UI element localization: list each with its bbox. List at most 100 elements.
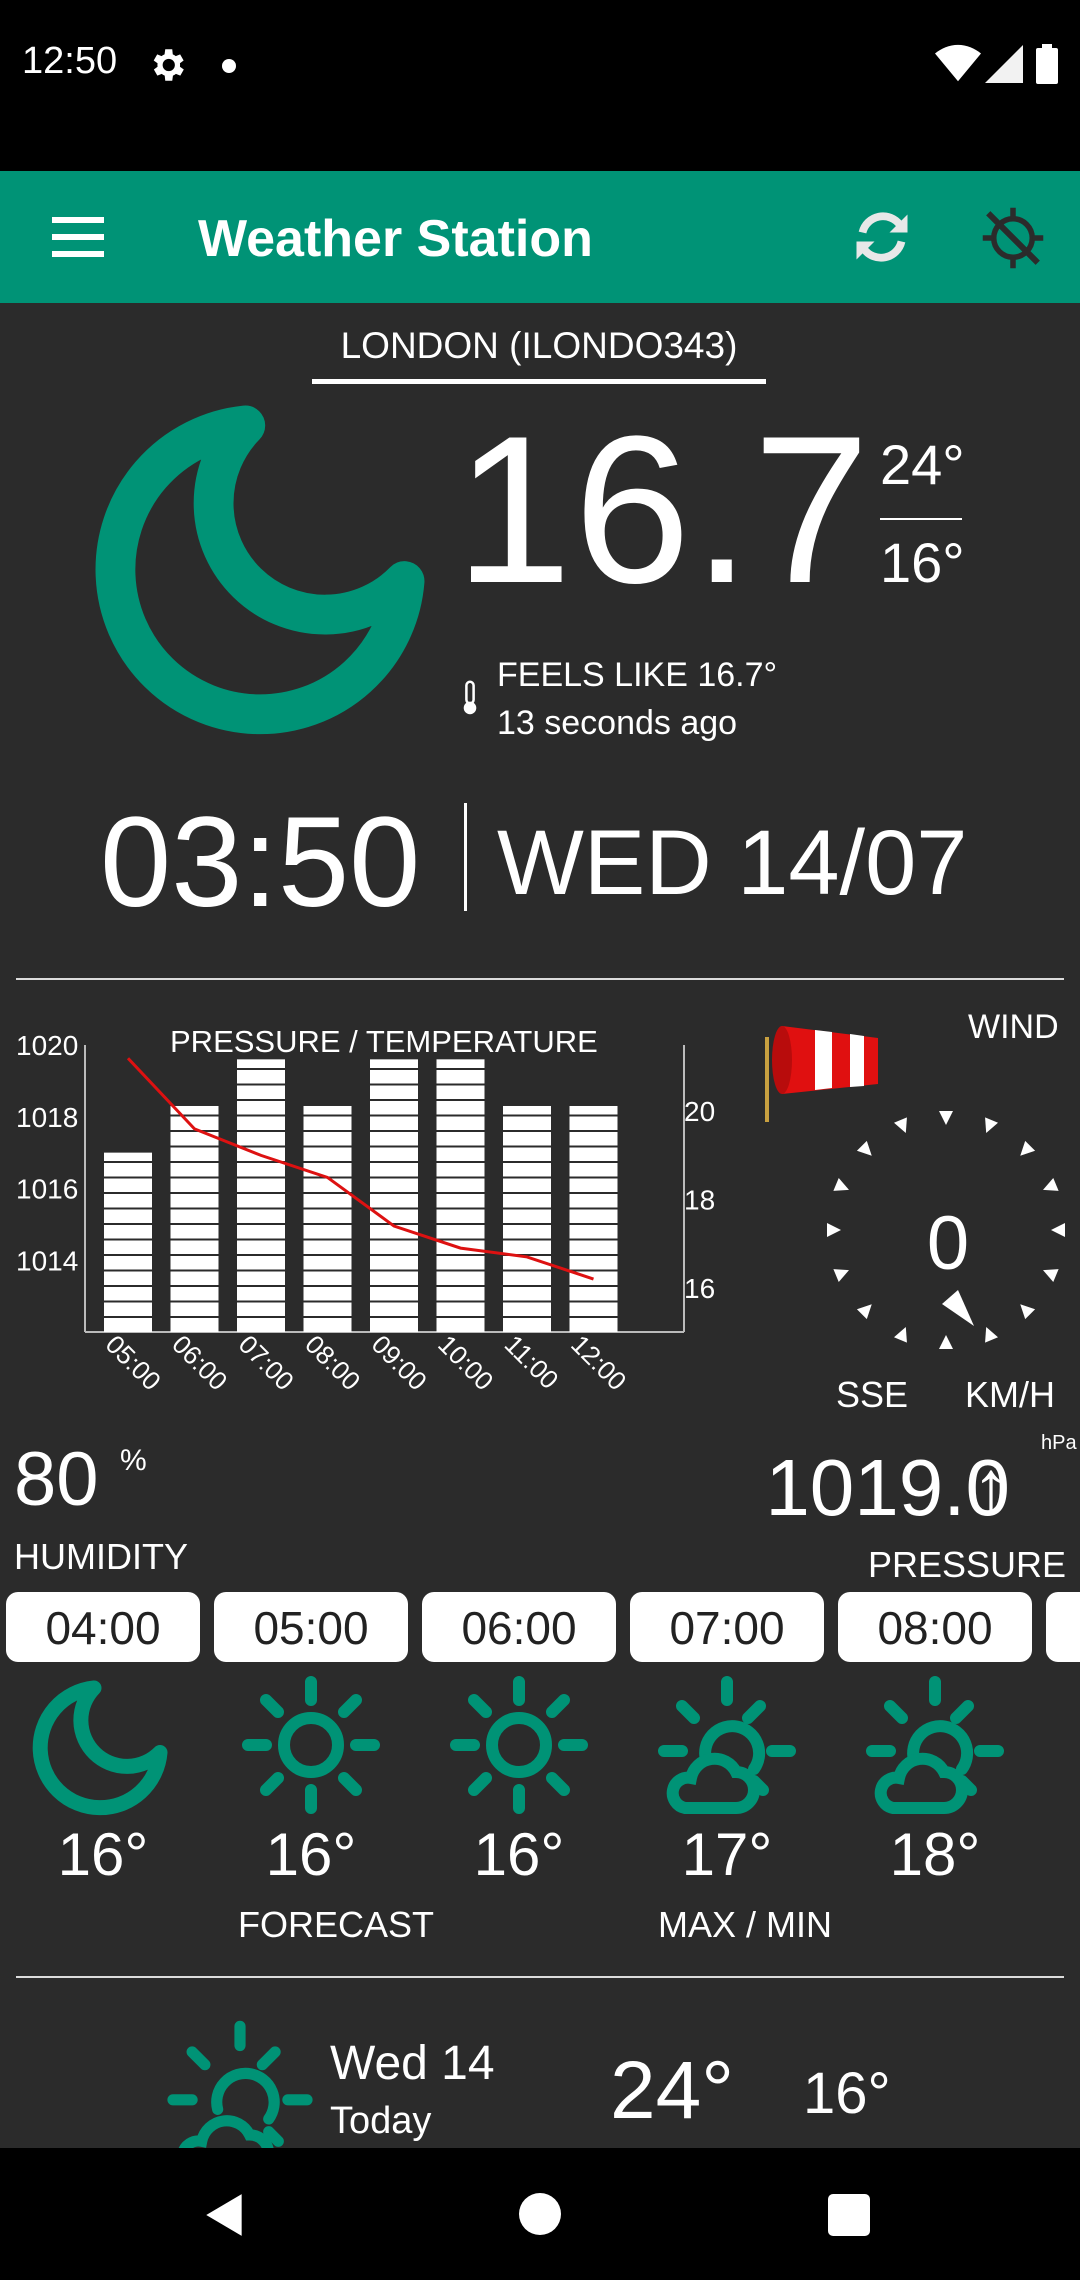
humidity-unit: % — [120, 1444, 147, 1477]
dial-tick — [1020, 1304, 1036, 1320]
dial-tick — [893, 1327, 907, 1343]
chart-right-tick: 18 — [684, 1185, 715, 1216]
updated-ago-text: 13 seconds ago — [497, 704, 738, 742]
chart-left-tick: 1016 — [16, 1174, 78, 1205]
refresh-icon[interactable] — [846, 201, 918, 273]
app-title: Weather Station — [198, 210, 593, 268]
dial-tick — [1020, 1140, 1036, 1156]
chart-title: PRESSURE / TEMPERATURE — [170, 1024, 598, 1059]
hour-pill[interactable]: 04:00 — [6, 1592, 200, 1662]
dial-tick — [985, 1327, 999, 1343]
dial-tick — [833, 1269, 849, 1283]
status-bar: 12:50 — [0, 0, 1080, 171]
pressure-label: PRESSURE — [867, 1544, 1066, 1585]
chart-x-tick: 08:00 — [299, 1329, 366, 1396]
thermometer-icon — [463, 680, 477, 715]
wind-direction-pointer — [942, 1290, 974, 1326]
dial-tick — [827, 1223, 841, 1237]
chart-x-tick: 06:00 — [166, 1329, 233, 1396]
moon-icon — [95, 405, 425, 735]
hour-temp: 16° — [473, 1821, 565, 1888]
dial-tick — [856, 1304, 872, 1320]
sun-icon — [450, 1676, 588, 1814]
navigation-bar — [0, 2148, 1080, 2280]
dial-tick — [1051, 1223, 1065, 1237]
recent-apps-icon[interactable] — [828, 2194, 870, 2236]
hour-pill[interactable]: 08:00 — [838, 1592, 1032, 1662]
day-name: Wed 14 — [330, 2037, 495, 2090]
wind-label: WIND — [968, 1008, 1059, 1046]
chart-bar — [569, 1105, 618, 1332]
day-max-temp: 24° — [610, 2045, 735, 2136]
chart-left-tick: 1020 — [16, 1030, 78, 1061]
chart-x-tick: 11:00 — [499, 1329, 565, 1395]
chart-x-tick: 07:00 — [233, 1329, 300, 1396]
location-tab[interactable]: LONDON (ILONDO343) — [312, 318, 766, 384]
chart-x-tick: 12:00 — [565, 1329, 632, 1396]
hour-temp: 18° — [889, 1821, 981, 1888]
dial-tick — [893, 1117, 907, 1133]
hour-temp: 16° — [265, 1821, 357, 1888]
clock-divider — [464, 803, 467, 911]
chart-left-tick: 1018 — [16, 1102, 78, 1133]
gps-off-icon[interactable] — [980, 205, 1046, 271]
chart-bar — [104, 1152, 152, 1332]
clock-time: 03:50 — [100, 791, 421, 934]
wind-speed: 0 — [926, 1201, 970, 1286]
humidity-value: 80 — [14, 1437, 99, 1522]
moon-icon — [32, 1680, 168, 1816]
current-max-temp: 24° — [880, 433, 965, 496]
app-bar: Weather Station — [0, 171, 1080, 303]
chart-bar — [170, 1105, 219, 1332]
hour-pill-partial[interactable] — [1046, 1592, 1080, 1662]
current-min-temp: 16° — [880, 531, 965, 594]
dial-tick — [939, 1111, 953, 1125]
clock-date: WED 14/07 — [497, 812, 968, 914]
wind-unit: KM/H — [965, 1374, 1055, 1415]
chart-x-tick: 10:00 — [432, 1329, 499, 1396]
dial-tick — [833, 1177, 849, 1191]
hour-pill[interactable]: 05:00 — [214, 1592, 408, 1662]
hour-pill[interactable]: 06:00 — [422, 1592, 616, 1662]
chart-left-tick: 1014 — [16, 1245, 78, 1276]
wind-direction: SSE — [836, 1374, 909, 1415]
chart-bar — [237, 1059, 285, 1332]
chart-right-tick: 20 — [684, 1096, 715, 1127]
status-time: 12:50 — [22, 40, 118, 82]
dial-tick — [856, 1140, 872, 1156]
sun-icon — [242, 1676, 380, 1814]
max-min-label: MAX / MIN — [658, 1904, 833, 1945]
dial-tick — [985, 1117, 999, 1133]
section-divider — [16, 978, 1064, 980]
partly-cloudy-icon — [658, 1676, 796, 1814]
forecast-label: FORECAST — [238, 1904, 435, 1945]
humidity-label: HUMIDITY — [14, 1536, 188, 1577]
dial-tick — [1043, 1177, 1059, 1191]
pressure-trend-arrow: ↑ — [972, 1445, 1010, 1530]
pressure-temperature-chart: 1020 1018 1016 1014 20 18 16 05:00 06:00 07:00 08:… — [16, 1030, 715, 1396]
notification-dot-icon — [222, 59, 236, 73]
section-divider — [16, 1976, 1064, 1978]
dial-tick — [939, 1335, 953, 1349]
chart-bar — [436, 1059, 485, 1332]
hour-temp: 16° — [57, 1821, 149, 1888]
chart-bar — [503, 1105, 551, 1332]
max-min-divider — [880, 518, 962, 520]
home-icon[interactable] — [519, 2193, 561, 2235]
menu-icon[interactable] — [50, 211, 106, 263]
chart-x-tick: 05:00 — [100, 1329, 167, 1396]
battery-icon — [1036, 44, 1058, 84]
pressure-unit: hPa — [1041, 1432, 1077, 1454]
settings-gear-icon — [153, 49, 184, 81]
chart-x-tick: 09:00 — [366, 1329, 433, 1396]
dial-tick — [1043, 1269, 1059, 1283]
hour-pill[interactable]: 07:00 — [630, 1592, 824, 1662]
day-min-temp: 16° — [803, 2061, 891, 2126]
back-icon[interactable] — [200, 2190, 250, 2240]
chart-right-tick: 16 — [684, 1273, 715, 1304]
chart-bar — [370, 1059, 418, 1332]
wifi-icon — [935, 44, 981, 82]
chart-bar — [303, 1105, 352, 1332]
feels-like-text: FEELS LIKE 16.7° — [497, 656, 778, 694]
day-subtitle: Today — [330, 2100, 432, 2142]
